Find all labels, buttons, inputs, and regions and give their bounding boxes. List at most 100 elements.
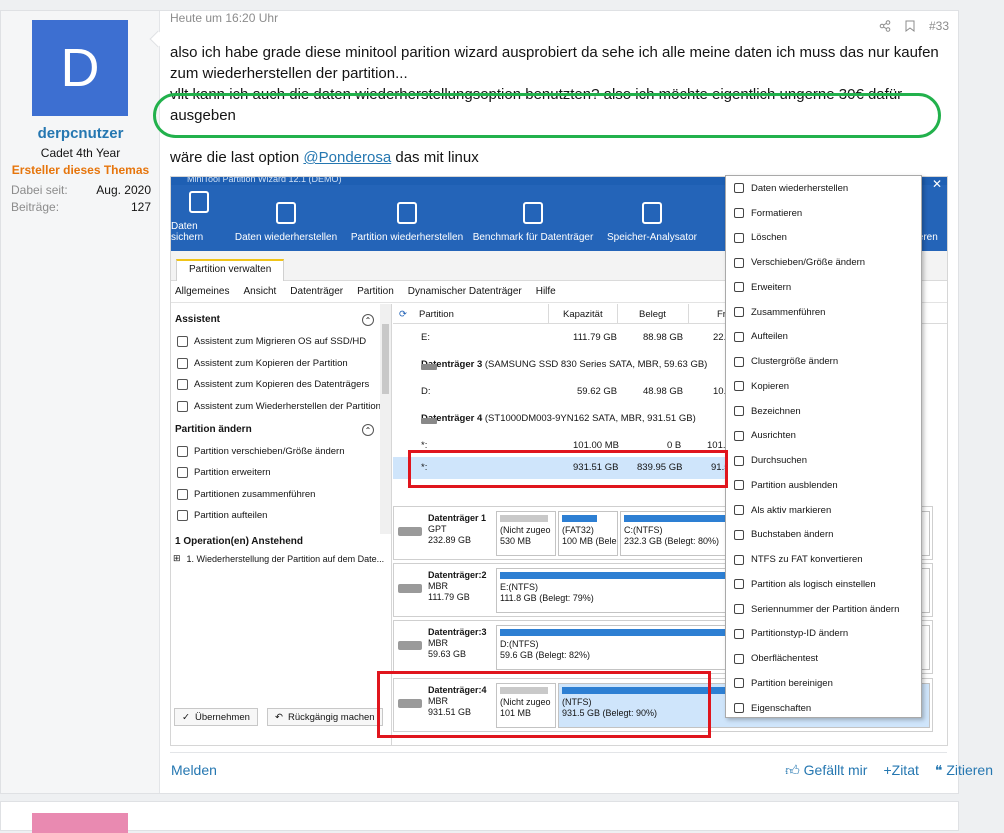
action-merge[interactable]: Partitionen zusammenführen [177,489,315,500]
wizard-migrate-os[interactable]: Assistent zum Migrieren OS auf SSD/HD [177,336,366,347]
menu-item-delete[interactable]: Löschen [726,226,921,251]
menu-item-label[interactable]: Bezeichnen [726,399,921,424]
format-icon [734,208,744,219]
disk-type: GPT [428,524,447,534]
table-row[interactable]: E: 111.79 GB 88.98 GB 22.8 [393,327,732,349]
menu-item-type-id[interactable]: Partitionstyp-ID ändern [726,622,921,647]
extend-icon [734,282,744,293]
menu-item-move-resize[interactable]: Verschieben/Größe ändern [726,250,921,275]
logical-icon [734,579,744,590]
menu-partition[interactable]: Partition [357,286,394,297]
apply-button[interactable]: ✓ Übernehmen [174,708,258,726]
reply-button[interactable]: ❝ Zitieren [935,762,993,779]
menu-item-properties[interactable]: Eigenschaften [726,696,921,721]
disk-row-label: Datenträger 3 (SAMSUNG SSD 830 Series SA… [421,359,707,370]
username[interactable]: derpcnutzer [1,125,160,142]
refresh-icon[interactable]: ⟳ [399,309,407,320]
menu-item-set-logical[interactable]: Partition als logisch einstellen [726,572,921,597]
share-icon[interactable] [879,20,891,32]
undo-button[interactable]: ↶ Rückgängig machen [267,708,383,726]
menu-view[interactable]: Ansicht [243,286,276,297]
menu-item-surface-test[interactable]: Oberflächentest [726,646,921,671]
scroll-thumb[interactable] [382,324,389,394]
avatar[interactable]: D [32,20,128,116]
menu-label: Daten wiederherstellen [751,182,849,194]
delete-icon [734,232,744,243]
pending-operation[interactable]: ⊞ 1. Wiederherstellung der Partition auf … [173,553,384,564]
split-icon [177,510,188,521]
like-button[interactable]: 👍︎ Gefällt mir [785,762,867,779]
avatar[interactable] [32,813,128,833]
menu-dynamic-disk[interactable]: Dynamischer Datenträger [408,286,522,297]
part-line1: (Nicht zugeo [500,525,551,535]
ribbon-data-recovery[interactable]: Daten wiederherstellen [226,185,346,251]
wizard-label: Assistent zum Migrieren OS auf SSD/HD [194,336,367,347]
menu-item-merge[interactable]: Zusammenführen [726,300,921,325]
multiquote-button[interactable]: +Zitat [883,762,918,779]
ribbon-space-analyzer[interactable]: Speicher-Analysator [598,185,706,251]
mention-link[interactable]: @Ponderosa [303,149,391,166]
tab-partition-manage[interactable]: Partition verwalten [176,259,285,281]
wizard-copy-partition[interactable]: Assistent zum Kopieren der Partition [177,358,348,369]
menu-item-split[interactable]: Aufteilen [726,325,921,350]
close-icon[interactable]: ✕ [932,177,942,191]
menu-general[interactable]: Allgemeines [175,286,229,297]
menu-item-serial-number[interactable]: Seriennummer der Partition ändern [726,597,921,622]
resize-icon [177,446,188,457]
menu-item-explore[interactable]: Durchsuchen [726,448,921,473]
action-extend[interactable]: Partition erweitern [177,467,271,478]
post-number[interactable]: #33 [929,19,949,33]
post-actions: 👍︎ Gefällt mir +Zitat ❝ Zitieren [785,762,993,779]
hide-icon [734,480,744,491]
menu-item-change-letter[interactable]: Buchstaben ändern [726,523,921,548]
ribbon-partition-recovery[interactable]: Partition wiederherstellen [346,185,468,251]
action-label: Partition verschieben/Größe ändern [194,446,345,457]
user-info-column: D derpcnutzer Cadet 4th Year Ersteller d… [1,11,160,793]
table-row[interactable]: D: 59.62 GB 48.98 GB 10.6 [393,381,732,403]
table-row[interactable]: Datenträger 4 (ST1000DM003-9YN162 SATA, … [393,408,727,430]
menu-label: Durchsuchen [751,455,807,467]
action-move-resize[interactable]: Partition verschieben/Größe ändern [177,446,345,457]
menu-label: Partition ausblenden [751,479,838,491]
partition-block[interactable]: (FAT32) 100 MB (Bele [558,511,618,556]
menu-item-format[interactable]: Formatieren [726,201,921,226]
wizard-copy-disk[interactable]: Assistent zum Kopieren des Datenträgers [177,379,369,390]
menu-item-hide-partition[interactable]: Partition ausblenden [726,473,921,498]
menu-item-cluster-size[interactable]: Clustergröße ändern [726,349,921,374]
convert-icon [734,554,744,565]
undo-label: Rückgängig machen [287,711,375,723]
post-date[interactable]: Heute um 16:20 Uhr [170,11,278,25]
menu-item-set-active[interactable]: Als aktiv markieren [726,498,921,523]
col-used[interactable]: Belegt [639,309,666,320]
menu-item-ntfs-to-fat[interactable]: NTFS zu FAT konvertieren [726,547,921,572]
expand-icon[interactable]: ⊞ [173,553,181,564]
menu-label: Bezeichnen [751,405,801,417]
label-icon [734,406,744,417]
menu-item-extend[interactable]: Erweitern [726,275,921,300]
partition-block[interactable]: (Nicht zugeo 530 MB [496,511,556,556]
left-scrollbar[interactable] [380,304,391,534]
menu-item-copy[interactable]: Kopieren [726,374,921,399]
menu-help[interactable]: Hilfe [536,286,556,297]
explore-icon [734,455,744,466]
collapse-icon[interactable]: ⌃ [362,424,374,436]
menu-item-recover-data[interactable]: Daten wiederherstellen [726,176,921,201]
col-capacity[interactable]: Kapazität [563,309,603,320]
table-row[interactable]: Datenträger 3 (SAMSUNG SSD 830 Series SA… [393,354,727,376]
bookmark-icon[interactable] [905,20,915,32]
wizard-recover-partition[interactable]: Assistent zum Wiederherstellen der Parti… [177,401,381,412]
menu-item-wipe[interactable]: Partition bereinigen [726,671,921,696]
action-split[interactable]: Partition aufteilen [177,510,267,521]
report-link[interactable]: Melden [171,762,217,778]
apply-label: Übernehmen [194,711,250,723]
hard-disk-icon [421,364,437,370]
ribbon-data-backup[interactable]: Daten sichern [171,185,226,251]
menu-disk[interactable]: Datenträger [290,286,343,297]
reply-label: Zitieren [946,762,993,778]
ribbon-disk-benchmark[interactable]: Benchmark für Datenträger [468,185,598,251]
menu-item-align[interactable]: Ausrichten [726,424,921,449]
collapse-icon[interactable]: ⌃ [362,314,374,326]
post-footer-divider [170,752,947,753]
context-menu: Daten wiederherstellen Formatieren Lösch… [725,175,922,718]
col-partition[interactable]: Partition [419,309,454,320]
